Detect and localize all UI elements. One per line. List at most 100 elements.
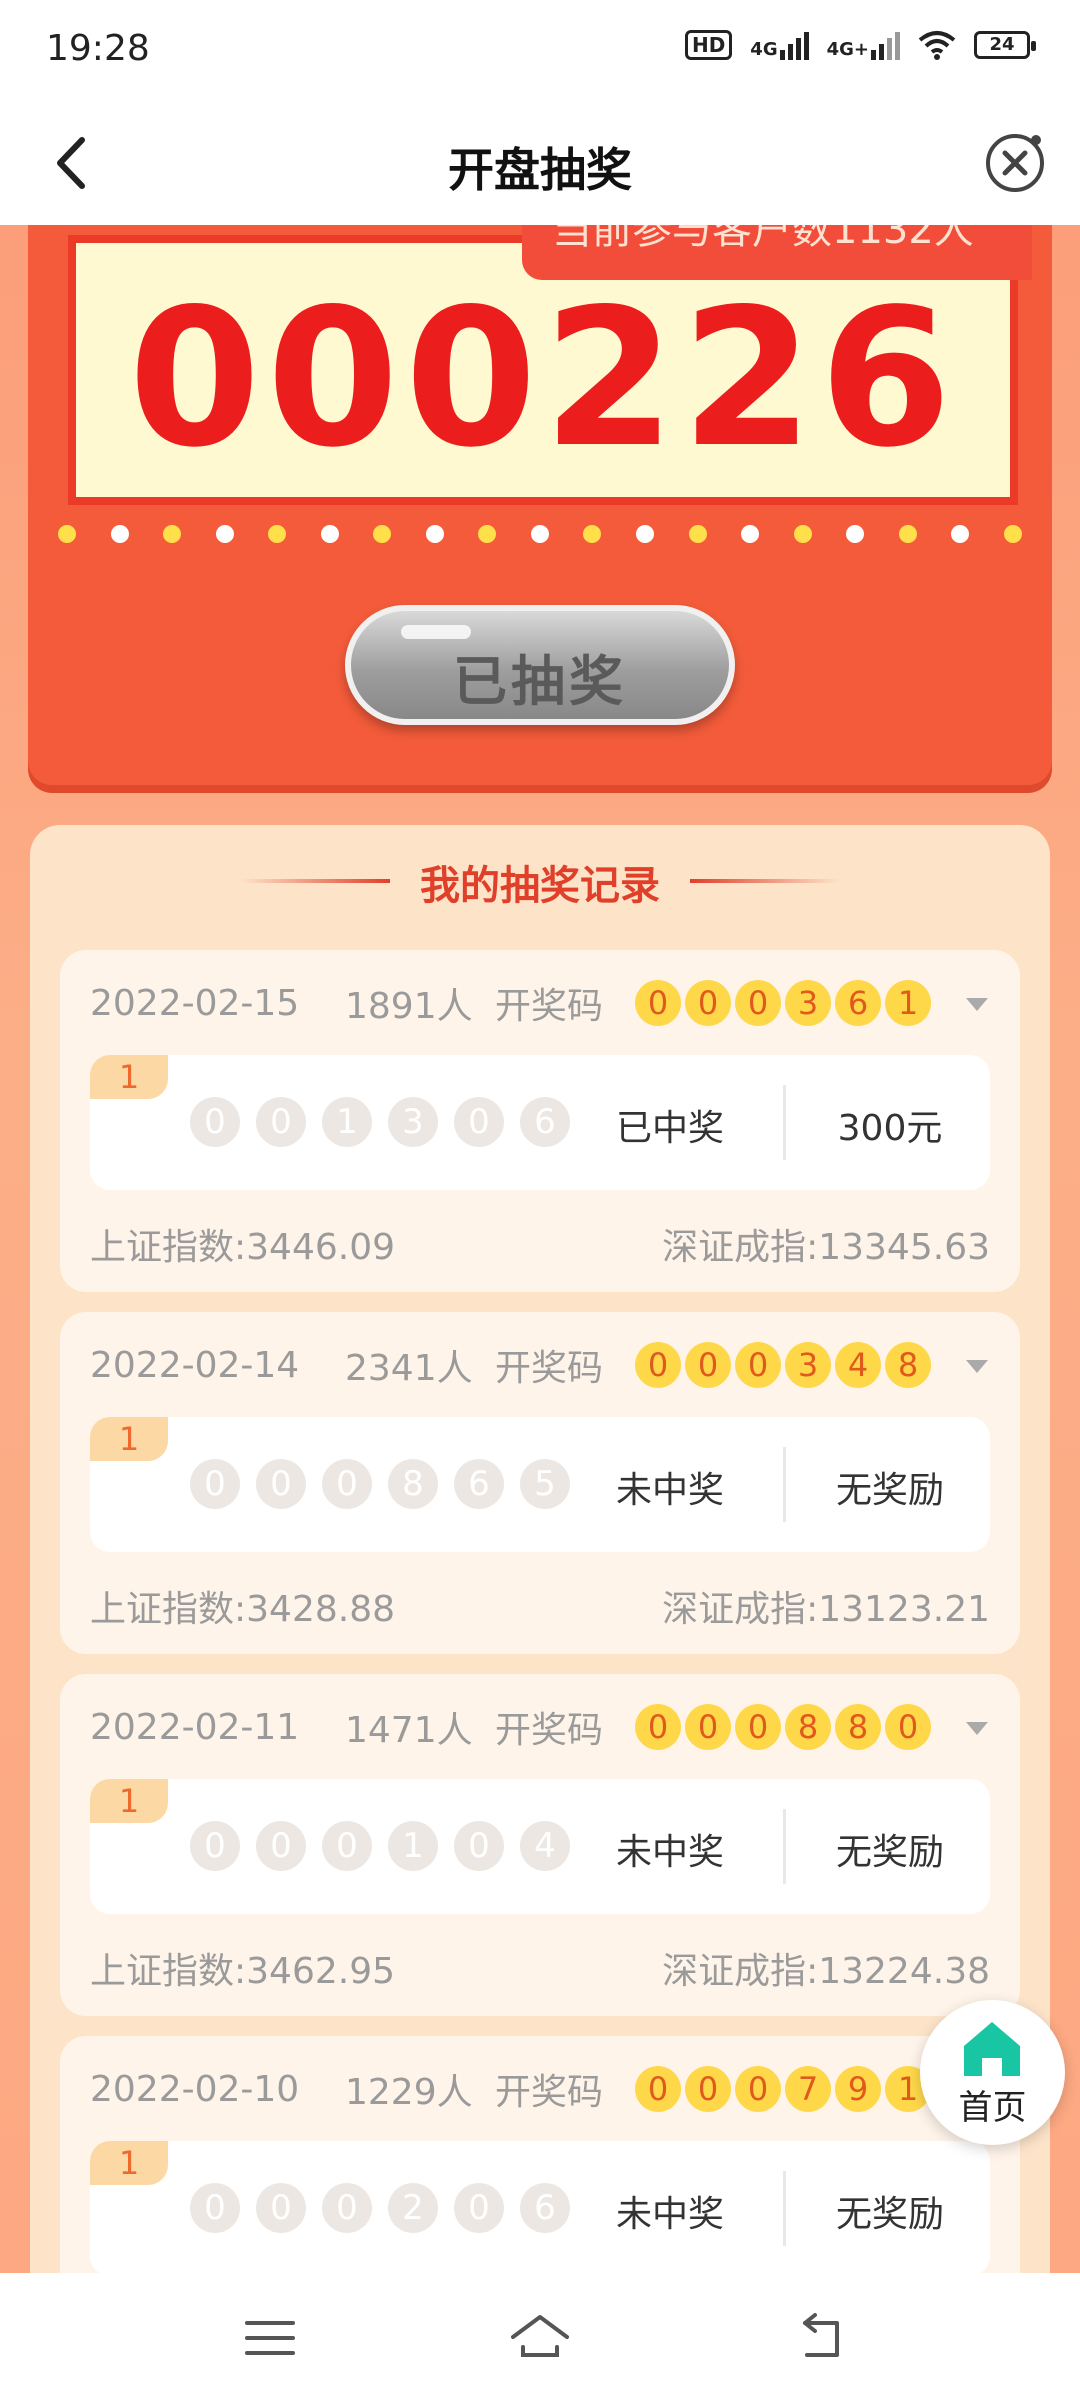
home-nav-icon[interactable] <box>505 2303 575 2373</box>
ticket-ball: 3 <box>388 1097 438 1147</box>
code-ball: 7 <box>785 2066 831 2112</box>
ticket-row: 1 0 0 0 2 0 6 未中奖 无奖励 <box>90 2141 990 2273</box>
chevron-down-icon[interactable] <box>966 998 988 1011</box>
ticket-ball: 5 <box>520 1459 570 1509</box>
record-people: 1471人 <box>345 1710 473 1751</box>
nav-header: 开盘抽奖 <box>0 100 1080 225</box>
code-ball: 0 <box>635 1704 681 1750</box>
code-ball: 8 <box>835 1704 881 1750</box>
home-label: 首页 <box>958 2088 1027 2128</box>
draw-button-label: 已抽奖 <box>453 650 627 713</box>
lottery-records: 我的抽奖记录 2022-02-15 1891人 开奖码 0 0 0 3 6 1 … <box>30 825 1050 2273</box>
menu-icon[interactable] <box>235 2303 305 2373</box>
ticket-reward: 无奖励 <box>835 1470 944 1511</box>
ticket-ball: 1 <box>388 1821 438 1871</box>
record-people: 2341人 <box>345 1348 473 1389</box>
sz-index: 深证成指:13345.63 <box>662 1227 990 1268</box>
status-bar: 19:28 HD 4G 4G+ 24 <box>0 0 1080 100</box>
code-ball: 0 <box>635 980 681 1026</box>
sh-index: 上证指数:3446.09 <box>90 1227 395 1268</box>
record-card[interactable]: 2022-02-15 1891人 开奖码 0 0 0 3 6 1 1 0 0 1… <box>60 950 1020 1292</box>
signal-4gplus-icon: 4G+ <box>827 30 900 60</box>
record-card[interactable]: 2022-02-11 1471人 开奖码 0 0 0 8 8 0 1 0 0 0… <box>60 1674 1020 2016</box>
record-date: 2022-02-10 <box>90 2068 300 2110</box>
decorative-lights <box>58 525 1022 543</box>
ticket-ball: 8 <box>388 1459 438 1509</box>
ticket-ball: 0 <box>190 1097 240 1147</box>
ticket-index: 1 <box>90 1417 168 1461</box>
records-title: 我的抽奖记录 <box>30 853 1050 911</box>
ticket-ball: 2 <box>388 2183 438 2233</box>
ticket-index: 1 <box>90 2141 168 2185</box>
ticket-status: 已中奖 <box>615 1108 724 1149</box>
record-card[interactable]: 2022-02-10 1229人 开奖码 0 0 0 7 9 1 1 0 0 0… <box>60 2036 1020 2273</box>
winning-code: 0 0 0 3 4 8 <box>635 1342 931 1388</box>
ticket-ball: 6 <box>520 2183 570 2233</box>
ticket-ball: 4 <box>520 1821 570 1871</box>
ticket-reward: 无奖励 <box>835 1832 944 1873</box>
record-people: 1229人 <box>345 2072 473 2113</box>
ticket-number: 0 0 1 3 0 6 <box>190 1097 570 1147</box>
record-date: 2022-02-14 <box>90 1344 300 1386</box>
ticket-ball: 0 <box>190 1821 240 1871</box>
winning-code: 0 0 0 7 9 1 <box>635 2066 931 2112</box>
back-nav-icon[interactable] <box>785 2303 855 2373</box>
winning-code: 0 0 0 8 8 0 <box>635 1704 931 1750</box>
battery-icon: 24 <box>974 31 1036 59</box>
ticket-number: 0 0 0 1 0 4 <box>190 1821 570 1871</box>
winning-code: 0 0 0 3 6 1 <box>635 980 931 1026</box>
prize-number: 000226 <box>128 268 958 489</box>
ticket-number: 0 0 0 8 6 5 <box>190 1459 570 1509</box>
code-ball: 8 <box>885 1342 931 1388</box>
record-people: 1891人 <box>345 986 473 1027</box>
ticket-ball: 0 <box>454 2183 504 2233</box>
ticket-index: 1 <box>90 1779 168 1823</box>
code-ball: 0 <box>685 1342 731 1388</box>
ticket-ball: 0 <box>256 1459 306 1509</box>
sh-index: 上证指数:3462.95 <box>90 1951 395 1992</box>
ticket-ball: 0 <box>256 1821 306 1871</box>
ticket-index: 1 <box>90 1055 168 1099</box>
code-label: 开奖码 <box>495 1710 604 1751</box>
ticket-ball: 0 <box>190 2183 240 2233</box>
code-ball: 9 <box>835 2066 881 2112</box>
code-ball: 6 <box>835 980 881 1026</box>
code-ball: 1 <box>885 980 931 1026</box>
ticket-ball: 0 <box>322 2183 372 2233</box>
hd-icon: HD <box>684 30 733 60</box>
signal-4g-icon: 4G <box>750 30 809 60</box>
code-ball: 0 <box>685 2066 731 2112</box>
code-ball: 0 <box>735 1704 781 1750</box>
code-ball: 3 <box>785 980 831 1026</box>
page-content[interactable]: 000226 当前参与客户数1132人 已抽奖 我的抽奖记录 2022-02-1… <box>0 225 1080 2273</box>
code-ball: 0 <box>635 1342 681 1388</box>
code-ball: 0 <box>735 980 781 1026</box>
chevron-down-icon[interactable] <box>966 1360 988 1373</box>
code-ball: 8 <box>785 1704 831 1750</box>
sz-index: 深证成指:13123.21 <box>662 1589 990 1630</box>
code-label: 开奖码 <box>495 1348 604 1389</box>
draw-button[interactable]: 已抽奖 <box>345 605 735 725</box>
code-ball: 0 <box>735 1342 781 1388</box>
ticket-row: 1 0 0 0 1 0 4 未中奖 无奖励 <box>90 1779 990 1914</box>
record-date: 2022-02-15 <box>90 982 300 1024</box>
ticket-status: 未中奖 <box>615 1470 724 1511</box>
close-circle-icon[interactable] <box>980 128 1050 198</box>
system-nav-bar <box>0 2273 1080 2400</box>
code-ball: 3 <box>785 1342 831 1388</box>
code-ball: 4 <box>835 1342 881 1388</box>
home-float-button[interactable]: 首页 <box>920 2000 1065 2145</box>
ticket-ball: 0 <box>190 1459 240 1509</box>
ticket-reward: 300元 <box>837 1108 943 1149</box>
ticket-status: 未中奖 <box>615 2194 724 2235</box>
ticket-ball: 0 <box>454 1821 504 1871</box>
ticket-row: 1 0 0 1 3 0 6 已中奖 300元 <box>90 1055 990 1190</box>
status-icons: HD 4G 4G+ 24 <box>684 30 1036 60</box>
ticket-number: 0 0 0 2 0 6 <box>190 2183 570 2233</box>
record-card[interactable]: 2022-02-14 2341人 开奖码 0 0 0 3 4 8 1 0 0 0… <box>60 1312 1020 1654</box>
sz-index: 深证成指:13224.38 <box>662 1951 990 1992</box>
ticket-ball: 1 <box>322 1097 372 1147</box>
chevron-down-icon[interactable] <box>966 1722 988 1735</box>
code-ball: 0 <box>685 1704 731 1750</box>
page-title: 开盘抽奖 <box>448 143 632 197</box>
